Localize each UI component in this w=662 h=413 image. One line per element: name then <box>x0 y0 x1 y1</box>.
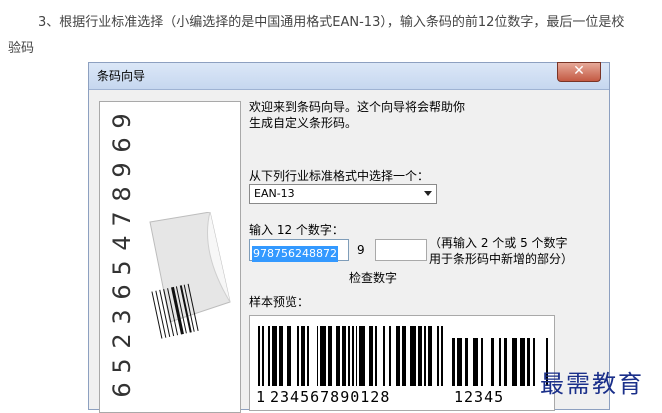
barcode-bar <box>347 326 350 386</box>
barcode-bar <box>328 326 333 386</box>
barcode-bar <box>336 326 340 386</box>
barcode-bar <box>402 326 407 386</box>
addon-note-line-2: 用于条形码中新增的部分） <box>429 252 574 266</box>
instruction-line-2: 验码 <box>8 41 35 56</box>
barcode-bar <box>423 326 426 386</box>
barcode-bar <box>320 326 327 386</box>
digits-input[interactable]: 978756248872 <box>249 239 349 262</box>
barcode-preview: 1 234567890128 12345 <box>249 315 555 411</box>
barcode-bar <box>472 338 478 386</box>
barcode-bar <box>491 338 494 386</box>
barcode-bar <box>258 326 260 386</box>
barcode-bar <box>261 326 264 386</box>
preview-first-digit: 1 <box>256 388 267 406</box>
chevron-down-icon <box>424 191 432 196</box>
barcode-bar <box>271 326 278 386</box>
dialog-titlebar: 条码向导 ✕ <box>89 62 609 90</box>
preview-label: 样本预览： <box>249 295 310 309</box>
barcode-bar <box>279 326 284 386</box>
intro-line-1: 欢迎来到条码向导。这个向导将会帮助你 <box>249 100 466 114</box>
barcode-bar <box>300 326 305 386</box>
preview-main-bars <box>258 326 444 386</box>
barcode-bar <box>369 326 374 386</box>
preview-main-digits: 234567890128 <box>270 388 391 406</box>
watermark-logo: 最需教育 <box>540 370 644 398</box>
barcode-bar <box>504 338 507 386</box>
barcode-bar <box>316 326 319 386</box>
barcode-bar <box>388 326 391 386</box>
preview-addon-digits: 12345 <box>454 388 505 406</box>
wizard-side-image: 652365478969 <box>99 101 241 413</box>
standard-select-value: EAN-13 <box>254 187 295 200</box>
barcode-bar <box>498 338 502 386</box>
barcode-bar <box>410 326 416 386</box>
standard-select[interactable]: EAN-13 <box>249 184 437 204</box>
barcode-bar <box>341 326 346 386</box>
barcode-bar <box>441 326 444 386</box>
preview-addon-bars <box>452 338 549 386</box>
barcode-bar <box>375 326 377 386</box>
barcode-bar <box>452 338 455 386</box>
barcode-bar <box>511 338 517 386</box>
check-digit-label: 检查数字 <box>349 271 398 285</box>
barcode-bar <box>437 326 440 386</box>
addon-note-line-1: （再输入 2 个或 5 个数字 <box>429 236 568 250</box>
barcode-bar <box>355 326 358 386</box>
barcode-bar <box>306 326 309 386</box>
intro-text: 欢迎来到条码向导。这个向导将会帮助你 生成自定义条形码。 <box>249 99 589 131</box>
barcode-wizard-dialog: 条码向导 ✕ 652365478969 欢迎来到条码向导。这个向导将会帮助你 生… <box>88 62 610 413</box>
check-digit-value: 9 <box>357 243 365 257</box>
barcode-bar <box>417 326 422 386</box>
barcode-bar <box>359 326 366 386</box>
barcode-bar <box>519 338 525 386</box>
barcode-bar <box>480 338 484 386</box>
dialog-title: 条码向导 <box>97 69 146 83</box>
barcode-bar <box>297 326 299 386</box>
barcode-bar <box>287 326 292 386</box>
digits-input-value: 978756248872 <box>252 246 338 262</box>
barcode-bar <box>457 338 463 386</box>
barcode-bar <box>532 338 536 386</box>
intro-line-2: 生成自定义条形码。 <box>249 116 358 130</box>
barcode-bar <box>267 326 270 386</box>
barcode-bar <box>427 326 432 386</box>
instruction-line-1: 3、根据行业标准选择（小编选择的是中国通用格式EAN-13），输入条码的前12位… <box>38 15 625 30</box>
digits-label: 输入 12 个数字： <box>249 223 344 237</box>
side-digit: 9 <box>108 112 136 129</box>
close-icon: ✕ <box>573 63 585 79</box>
barcode-bar <box>527 338 530 386</box>
addon-note: （再输入 2 个或 5 个数字 用于条形码中新增的部分） <box>429 235 609 267</box>
standard-label: 从下列行业标准格式中选择一个： <box>249 169 430 183</box>
barcode-bar <box>465 338 468 386</box>
barcode-bar <box>382 326 385 386</box>
barcode-bar <box>396 326 401 386</box>
barcode-bar <box>351 326 354 386</box>
side-digit-column: 652365478969 <box>104 108 140 408</box>
addon-digits-input[interactable] <box>375 239 427 261</box>
close-button[interactable]: ✕ <box>557 62 601 82</box>
